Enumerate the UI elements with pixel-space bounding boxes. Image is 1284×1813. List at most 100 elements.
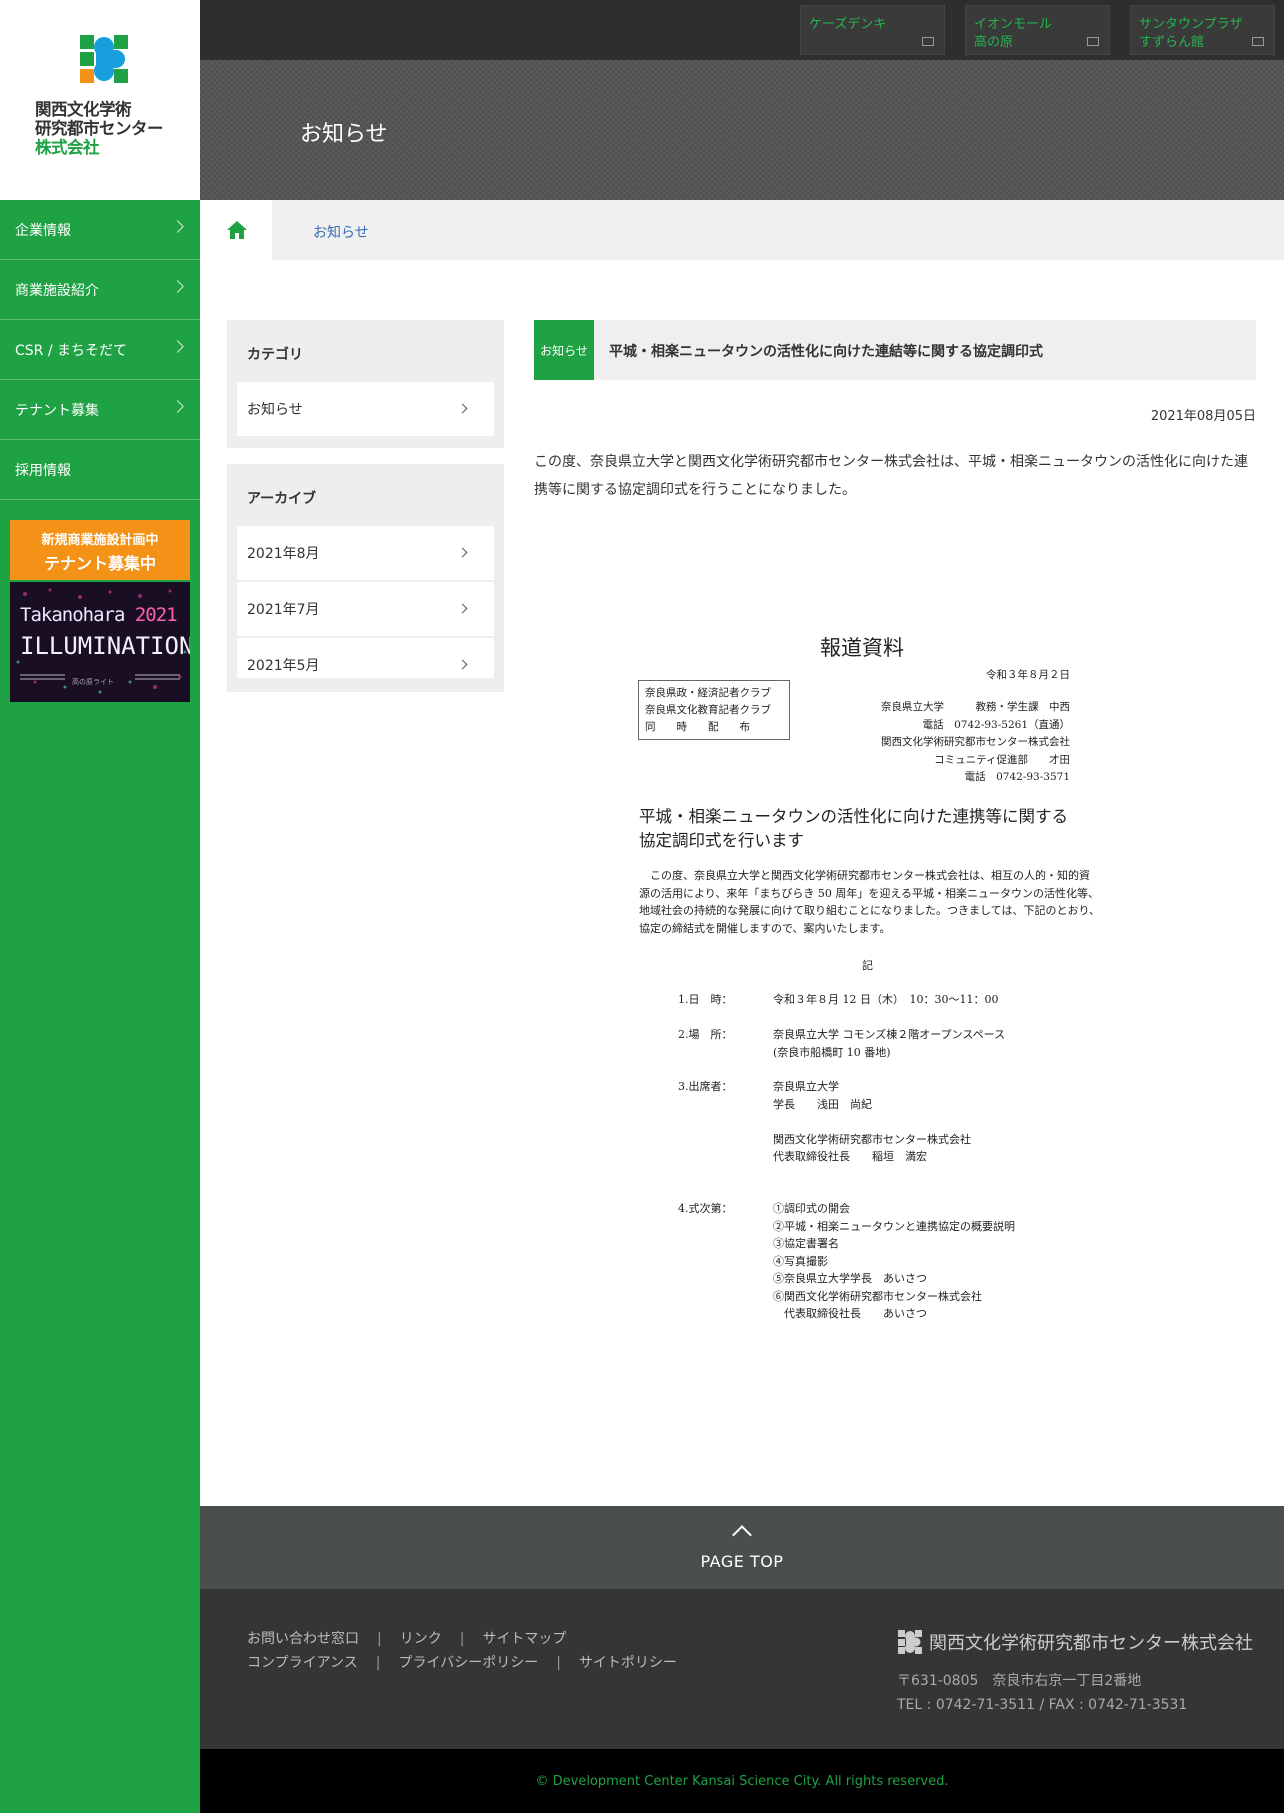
press-item-label: 1.日 時： [678, 993, 733, 1006]
external-window-icon [1087, 37, 1099, 46]
sidebar-item-csr[interactable]: CSR / まちそだて [0, 320, 200, 380]
external-window-icon [1252, 37, 1264, 46]
logo-line-1: 関西文化学術 [35, 100, 132, 119]
footer-link-compliance[interactable]: コンプライアンス [247, 1655, 358, 1671]
press-contact-line: 関西文化学術研究都市センター株式会社 [881, 736, 1070, 748]
press-item-value: 奈良県立大学 学長 浅田 尚紀 関西文化学術研究都市センター株式会社 代表取締役… [773, 1078, 971, 1166]
footer-separator: | [377, 1631, 382, 1647]
store-name: ケーズデンキ [809, 17, 887, 32]
store-name: イオンモール [974, 17, 1053, 32]
sidebar-item-company[interactable]: 企業情報 [0, 200, 200, 260]
article-header: お知らせ 平城・相楽ニュータウンの活性化に向けた連結等に関する協定調印式 [534, 320, 1256, 380]
footer-link-site-policy[interactable]: サイトポリシー [579, 1655, 677, 1671]
press-box-line: 奈良県文化教育記者クラブ [645, 704, 771, 716]
category-heading: カテゴリ [247, 347, 303, 363]
press-item-line: ②平城・相楽ニュータウンと連携協定の概要説明 [773, 1219, 1015, 1233]
sidebar-item-facilities[interactable]: 商業施設紹介 [0, 260, 200, 320]
press-heading: 報道資料 [820, 636, 904, 660]
tenant-banner[interactable]: 新規商業施設計画中 テナント募集中 [10, 520, 190, 580]
copyright: © Development Center Kansai Science City… [200, 1749, 1284, 1813]
footer-separator: | [556, 1655, 561, 1671]
footer-separator: | [459, 1631, 465, 1647]
home-icon [227, 221, 247, 239]
press-ki: 記 [862, 959, 873, 972]
chevron-right-icon [457, 659, 468, 670]
press-item-line: 学長 浅田 尚紀 [773, 1097, 872, 1111]
page-top-button[interactable]: PAGE TOP [200, 1506, 1284, 1589]
store-tab-suntown[interactable]: サンタウンプラザ すずらん館 [1130, 5, 1275, 55]
press-contact-line: コミュニティ促進部 才田 [934, 753, 1070, 766]
external-window-icon [922, 37, 934, 46]
category-badge: お知らせ [534, 320, 594, 380]
chevron-up-icon [732, 1525, 752, 1545]
page-hero: お知らせ [200, 60, 1284, 200]
page-top-label: PAGE TOP [700, 1552, 784, 1571]
category-link-news[interactable]: お知らせ [237, 382, 494, 436]
store-name-2: 高の原 [974, 35, 1014, 50]
chevron-right-icon [171, 400, 184, 413]
press-item-line: 令和３年８月 12 日（木） 10：30〜11：00 [773, 993, 999, 1006]
logo[interactable]: 関西文化学術 研究都市センター 株式会社 [0, 0, 200, 200]
breadcrumb-current[interactable]: お知らせ [313, 222, 369, 242]
chevron-right-icon [171, 340, 184, 353]
press-item-line: ⑤奈良県立大学学長 あいさつ [773, 1272, 927, 1285]
store-tab-ks-denki[interactable]: ケーズデンキ [800, 5, 945, 55]
illumination-banner[interactable]: Takanohara 2021 ILLUMINATION 高の原ライト [10, 582, 190, 702]
footer-company-name: 関西文化学術研究都市センター株式会社 [929, 1633, 1253, 1654]
press-item-line: ⑥関西文化学術研究都市センター株式会社 [773, 1289, 982, 1303]
store-name: サンタウンプラザ [1139, 17, 1243, 32]
archive-link[interactable]: 2021年8月 [237, 526, 494, 580]
chevron-right-icon [457, 547, 468, 558]
footer-link-sitemap[interactable]: サイトマップ [482, 1631, 566, 1647]
sidebar-item-recruit[interactable]: 採用情報 [0, 440, 200, 500]
press-body-line: 源の活用により、来年「まちびらき 50 周年」を迎える平城・相楽ニュータウンの活… [639, 886, 1099, 900]
press-item-label: 2.場 所： [678, 1028, 733, 1041]
archive-link[interactable]: 2021年5月 [237, 638, 494, 678]
press-body-line: 地域社会の持続的な発展に向けて取り組むことになりました。つきましては、下記のとお… [639, 904, 1101, 917]
press-contact-line: 電話 0742-93-5261（直通） [922, 718, 1070, 731]
press-contact-line: 奈良県立大学 教務・学生課 中西 [881, 701, 1070, 713]
illumination-subtitle: ILLUMINATION [20, 632, 190, 660]
footer-link-contact[interactable]: お問い合わせ窓口 [247, 1631, 359, 1647]
chevron-right-icon [457, 403, 468, 414]
footer-link-links[interactable]: リンク [400, 1631, 442, 1647]
press-title: 平城・相楽ニュータウンの活性化に向けた連携等に関する 協定調印式を行います [639, 805, 1068, 853]
logo-text: 関西文化学術 研究都市センター 株式会社 [35, 100, 195, 157]
illumination-title: Takanohara 2021 [20, 604, 178, 626]
page-title: お知らせ [300, 122, 388, 147]
footer-logo-icon [898, 1630, 922, 1654]
store-tab-aeon[interactable]: イオンモール 高の原 [965, 5, 1110, 55]
archive-heading: アーカイブ [247, 491, 317, 507]
press-contacts: 奈良県立大学 教務・学生課 中西 電話 0742-93-5261（直通） 関西文… [881, 699, 1070, 787]
press-item-line: 奈良県立大学 コモンズ棟２階オープンスペース [773, 1028, 1006, 1041]
archive-list[interactable]: 2021年8月 2021年7月 2021年5月 [237, 526, 494, 678]
illumination-title-text: Takanohara [20, 604, 125, 626]
press-body: この度、奈良県立大学と関西文化学術研究都市センター株式会社は、相互の人的・知的資… [639, 867, 1100, 937]
article-body: この度、奈良県立大学と関西文化学術研究都市センター株式会社は、平城・相楽ニュータ… [534, 454, 1248, 498]
logo-line-2: 研究都市センター [35, 119, 164, 138]
press-body-line: この度、奈良県立大学と関西文化学術研究都市センター株式会社は、相互の人的・知的資 [639, 869, 1090, 882]
article-date: 2021年08月05日 [1150, 409, 1256, 424]
tenant-banner-line-2: テナント募集中 [43, 554, 156, 573]
archive-link-label: 2021年8月 [247, 546, 320, 562]
logo-mark-icon [80, 35, 128, 83]
footer-company: 関西文化学術研究都市センター株式会社 [897, 1629, 1253, 1655]
press-item-line: ③協定書署名 [773, 1237, 839, 1250]
footer-link-privacy[interactable]: プライバシーポリシー [398, 1655, 538, 1671]
archive-link[interactable]: 2021年7月 [237, 582, 494, 636]
sidebar-item-label: 企業情報 [15, 222, 71, 239]
sidebar-item-label: テナント募集 [15, 402, 99, 419]
chevron-right-icon [457, 603, 468, 614]
press-item-spacer [773, 1113, 971, 1131]
footer-address: 〒631-0805 奈良市右京一丁目2番地 TEL : 0742-71-3511… [897, 1669, 1187, 1717]
press-item-line: (奈良市船橋町 10 番地) [773, 1045, 891, 1059]
archive-link-label: 2021年7月 [247, 602, 320, 618]
press-item-line: 関西文化学術研究都市センター株式会社 [773, 1132, 971, 1146]
press-box-line: 奈良県政・経済記者クラブ [645, 687, 771, 699]
sidebar-item-tenant[interactable]: テナント募集 [0, 380, 200, 440]
sidebar-item-label: 商業施設紹介 [15, 282, 99, 299]
sidebar-item-label: 採用情報 [15, 462, 71, 479]
press-item-value: 令和３年８月 12 日（木） 10：30〜11：00 [773, 991, 998, 1009]
footer-separator: | [375, 1655, 381, 1671]
archive-link-label: 2021年5月 [247, 658, 320, 674]
